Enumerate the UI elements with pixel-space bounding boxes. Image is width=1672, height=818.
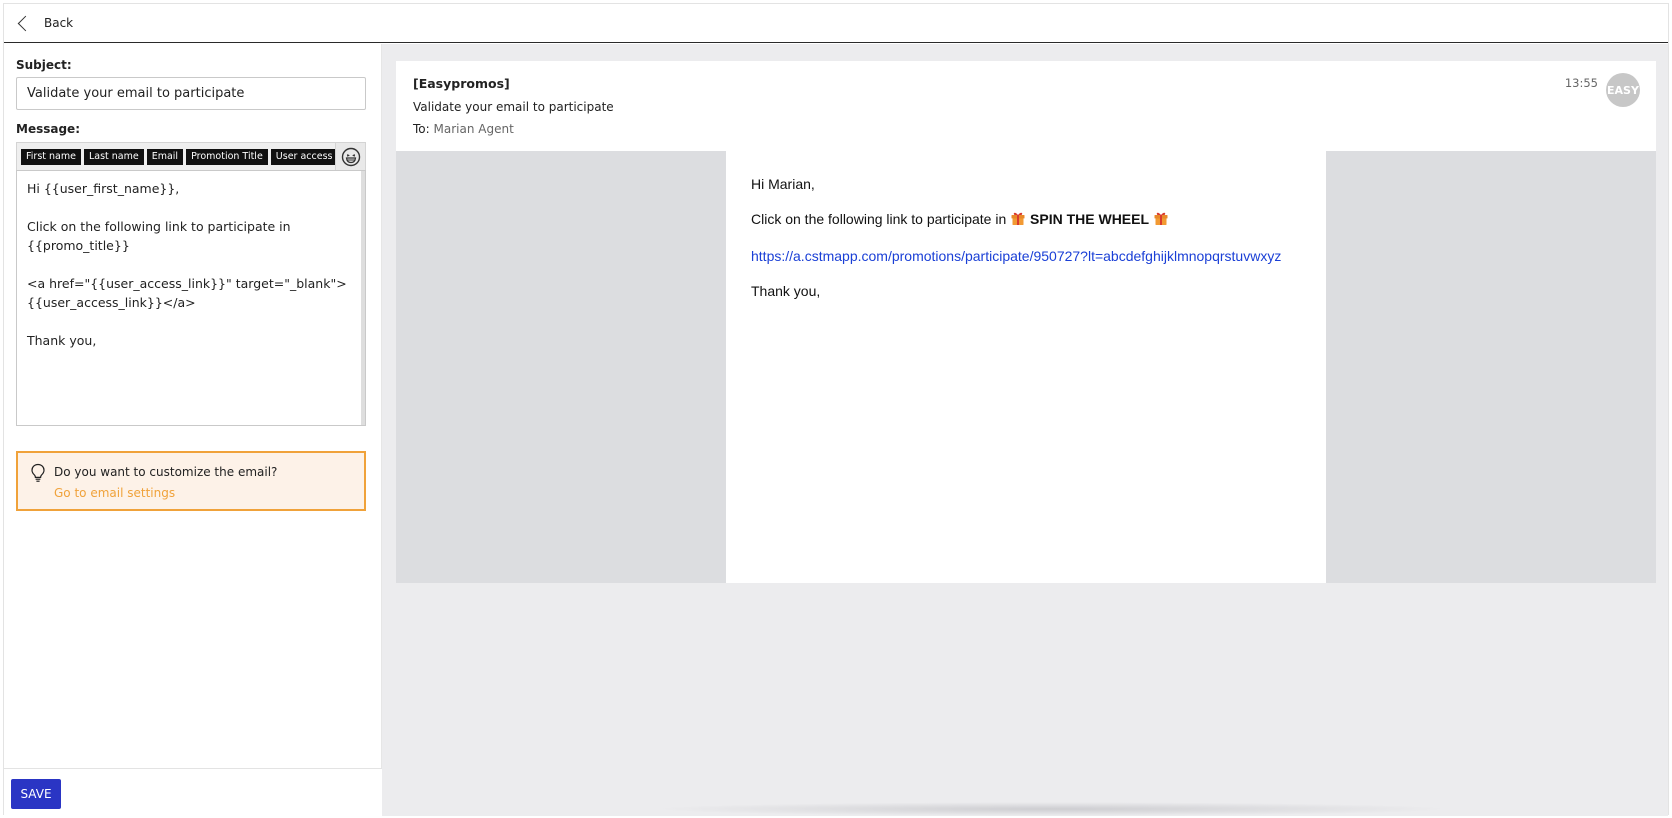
tip-title: Do you want to customize the email?	[54, 465, 278, 479]
email-closing: Thank you,	[751, 283, 821, 299]
app-frame: Back Subject: Message: First nameLast na…	[3, 3, 1669, 816]
chevron-left-icon	[16, 15, 28, 31]
variable-tag[interactable]: Email	[146, 149, 184, 165]
message-label: Message:	[16, 122, 80, 136]
participate-text: Click on the following link to participa…	[751, 211, 1007, 227]
email-participate-line: Click on the following link to participa…	[751, 210, 1301, 231]
variable-tag[interactable]: Last name	[83, 149, 144, 165]
email-preview-header: [Easypromos] Validate your email to part…	[396, 61, 1656, 151]
customize-tip-box: Do you want to customize the email? Go t…	[16, 451, 366, 511]
top-bar: Back	[4, 4, 1668, 43]
subject-label: Subject:	[16, 58, 72, 72]
email-time: 13:55	[1564, 76, 1598, 90]
sender-avatar: EASY	[1606, 73, 1640, 107]
message-text: Hi {{user_first_name}}, Click on the fol…	[27, 181, 347, 348]
gift-icon	[1010, 210, 1026, 231]
tag-row: First name Last name Email Promotion Title U…	[21, 149, 358, 165]
back-button[interactable]: Back	[4, 15, 73, 31]
message-scrollbar[interactable]	[361, 171, 365, 425]
save-button[interactable]: SAVE	[11, 779, 61, 809]
email-recipient-line: To: Marian Agent	[413, 122, 514, 136]
message-textarea[interactable]: Hi {{user_first_name}}, Click on the fol…	[16, 170, 366, 426]
variable-tag-bar: First name Last name Email Promotion Title U…	[16, 142, 366, 170]
email-sender: [Easypromos]	[413, 76, 510, 91]
email-settings-link[interactable]: Go to email settings	[54, 486, 175, 500]
gift-icon	[1153, 210, 1169, 231]
to-label: To:	[413, 122, 430, 136]
promo-name: SPIN THE WHEEL	[1030, 211, 1150, 227]
email-body-background: Hi Marian, Click on the following link t…	[396, 151, 1656, 583]
access-link[interactable]: https://a.cstmapp.com/promotions/partici…	[751, 248, 1281, 264]
smiley-icon	[341, 147, 360, 167]
recipient-name: Marian Agent	[433, 122, 514, 136]
back-label: Back	[44, 16, 74, 30]
variable-tag[interactable]: First name	[21, 149, 81, 165]
email-link-line: https://a.cstmapp.com/promotions/partici…	[751, 247, 1301, 266]
subject-input[interactable]	[16, 77, 366, 110]
email-preview-panel: [Easypromos] Validate your email to part…	[382, 44, 1668, 816]
email-preview-subject: Validate your email to participate	[413, 100, 614, 114]
variable-tag[interactable]: Promotion Title	[186, 149, 268, 165]
email-greeting: Hi Marian,	[751, 176, 815, 192]
editor-footer: SAVE	[4, 768, 382, 816]
email-body: Hi Marian, Click on the following link t…	[726, 151, 1326, 583]
emoji-button[interactable]	[335, 143, 365, 170]
email-editor-panel: Subject: Message: First nameLast nameEma…	[4, 44, 382, 816]
panel-shadow	[652, 802, 1452, 816]
lightbulb-icon	[30, 463, 46, 487]
